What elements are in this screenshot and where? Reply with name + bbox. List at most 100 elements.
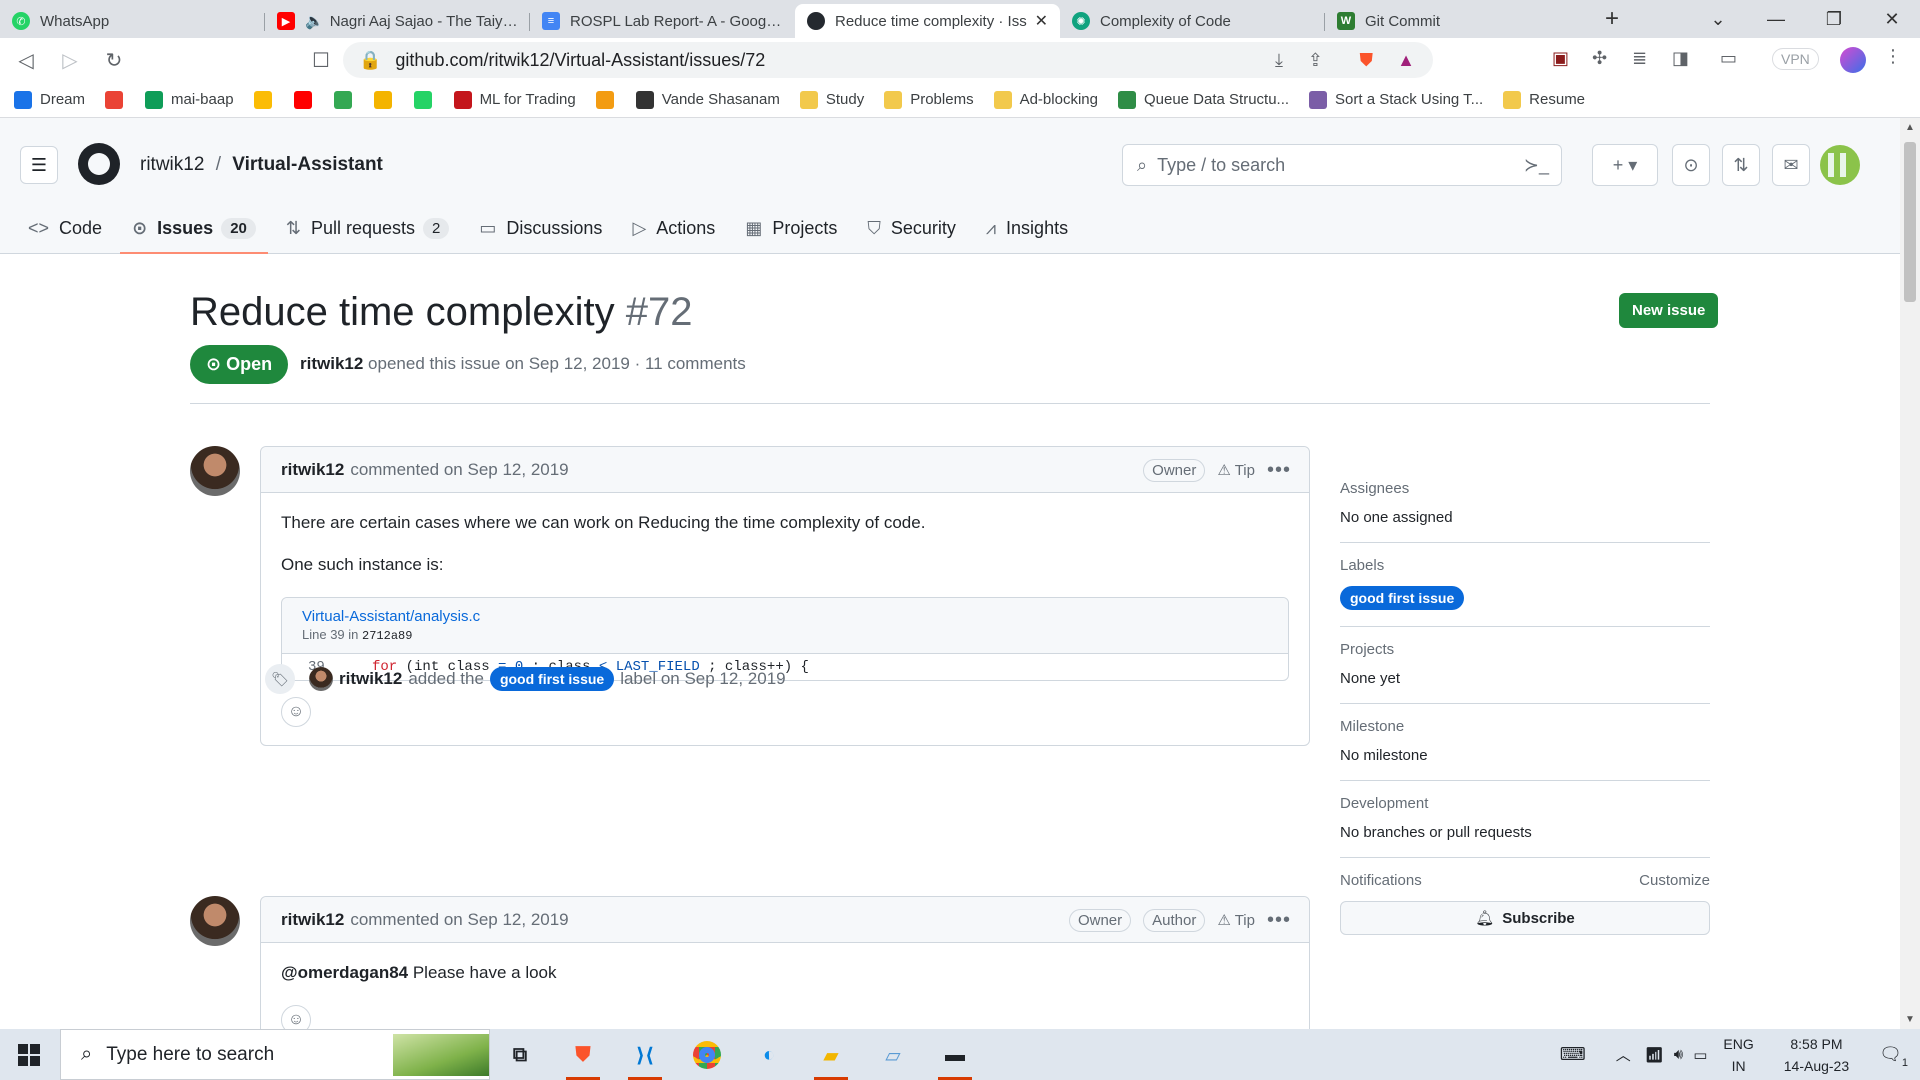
- notepad-taskbar-icon[interactable]: ▱: [868, 1035, 918, 1075]
- back-icon[interactable]: ◁: [8, 42, 44, 78]
- bookmark-item[interactable]: Resume: [1503, 90, 1585, 109]
- bookmark-item[interactable]: [595, 90, 622, 109]
- tab-chatgpt[interactable]: ✺ Complexity of Code: [1060, 4, 1325, 38]
- comment-author-link[interactable]: ritwik12: [281, 910, 344, 930]
- projects-section[interactable]: Projects None yet: [1340, 627, 1710, 704]
- tab-github-issue[interactable]: Reduce time complexity · Iss ✕: [795, 4, 1060, 38]
- kebab-menu-icon[interactable]: •••: [1267, 459, 1291, 482]
- file-explorer-taskbar-icon[interactable]: ▰: [806, 1035, 856, 1080]
- close-tab-icon[interactable]: ✕: [1035, 11, 1048, 31]
- profile-avatar[interactable]: [1840, 47, 1866, 73]
- tab-search-chevron-icon[interactable]: ⌄: [1690, 0, 1746, 38]
- bookmark-item[interactable]: [333, 90, 360, 109]
- tab-actions[interactable]: ▷ Actions: [632, 203, 715, 253]
- event-actor-link[interactable]: ritwik12: [339, 669, 402, 689]
- brave-rewards-icon[interactable]: ▲: [1397, 50, 1415, 71]
- windows-start-icon[interactable]: [18, 1044, 40, 1066]
- bookmark-item[interactable]: ML for Trading: [453, 90, 576, 109]
- bookmark-item[interactable]: Queue Data Structu...: [1117, 90, 1289, 109]
- battery-icon[interactable]: ▭: [1693, 1046, 1707, 1064]
- tab-google-docs[interactable]: ≡ ROSPL Lab Report- A - Google D: [530, 4, 795, 38]
- assignees-section[interactable]: Assignees No one assigned: [1340, 466, 1710, 543]
- avatar[interactable]: [190, 896, 240, 946]
- avatar[interactable]: [309, 667, 333, 691]
- pull-requests-icon[interactable]: ⇅: [1722, 144, 1760, 186]
- share-icon[interactable]: ⇪: [1308, 50, 1323, 71]
- tab-youtube[interactable]: ▶ 🔈 Nagri Aaj Sajao - The Taiyyari: [265, 4, 530, 38]
- lizard-highlight-icon[interactable]: [393, 1034, 489, 1076]
- notifications-icon[interactable]: 🗨︎ 1: [1879, 1044, 1908, 1069]
- kebab-menu-icon[interactable]: •••: [1267, 909, 1291, 932]
- comment-author-link[interactable]: ritwik12: [281, 460, 344, 480]
- install-icon[interactable]: ⤓: [1275, 50, 1283, 71]
- tab-insights[interactable]: ⩘ Insights: [986, 203, 1068, 253]
- minimize-icon[interactable]: —: [1748, 0, 1804, 38]
- hamburger-menu-icon[interactable]: ☰: [20, 146, 58, 184]
- brave-shield-icon[interactable]: ⛊: [1360, 50, 1374, 71]
- extension-icon[interactable]: ▣: [1552, 48, 1569, 69]
- avatar[interactable]: [190, 446, 240, 496]
- repo-name-link[interactable]: Virtual-Assistant: [232, 154, 383, 175]
- bookmark-item[interactable]: [413, 90, 440, 109]
- clock[interactable]: 8:58 PM 14-Aug-23: [1784, 1033, 1849, 1077]
- brave-taskbar-icon[interactable]: ⛊: [558, 1035, 608, 1080]
- bookmark-item[interactable]: Ad-blocking: [993, 90, 1098, 109]
- github-logo-icon[interactable]: [78, 143, 120, 185]
- edge-taskbar-icon[interactable]: ◐: [744, 1035, 794, 1075]
- forward-icon[interactable]: ▷: [52, 42, 88, 78]
- bookmark-item[interactable]: Study: [799, 90, 864, 109]
- tab-security[interactable]: ⛉ Security: [867, 203, 956, 253]
- bookmark-item[interactable]: Vande Shasanam: [635, 90, 780, 109]
- bookmark-item[interactable]: [105, 90, 131, 109]
- task-view-icon[interactable]: ⧉: [495, 1035, 545, 1075]
- bookmark-item[interactable]: [373, 90, 400, 109]
- close-window-icon[interactable]: ✕: [1864, 0, 1920, 38]
- new-issue-button[interactable]: New issue: [1619, 293, 1719, 328]
- tip-button[interactable]: ⚠ Tip: [1217, 461, 1255, 479]
- issues-icon[interactable]: ⊙: [1672, 144, 1710, 186]
- new-tab-icon[interactable]: +: [1586, 0, 1638, 38]
- restore-icon[interactable]: ❐: [1806, 0, 1862, 38]
- site-info-icon[interactable]: 🔒: [359, 50, 381, 71]
- url-bar[interactable]: 🔒 github.com/ritwik12/Virtual-Assistant/…: [343, 42, 1433, 78]
- tab-code[interactable]: <> Code: [28, 203, 102, 253]
- bookmark-item[interactable]: Dream: [14, 90, 85, 109]
- bookmark-item[interactable]: mai-baap: [145, 90, 234, 109]
- taskbar-search-input[interactable]: ⌕ Type here to search: [60, 1029, 490, 1080]
- network-icon[interactable]: 📶︎: [1645, 1046, 1664, 1064]
- bookmark-item[interactable]: Problems: [884, 90, 974, 109]
- add-reaction-icon[interactable]: ☺: [281, 1005, 311, 1029]
- tab-issues[interactable]: ⊙ Issues 20: [120, 203, 268, 254]
- label-badge[interactable]: good first issue: [1340, 586, 1465, 610]
- reload-icon[interactable]: ↻: [96, 42, 132, 78]
- language-indicator[interactable]: ENG IN: [1723, 1033, 1753, 1077]
- tab-projects[interactable]: ▦ Projects: [745, 203, 837, 253]
- tab-whatsapp[interactable]: ✆ WhatsApp: [0, 4, 265, 38]
- bookmark-item[interactable]: Sort a Stack Using T...: [1309, 90, 1483, 109]
- volume-icon[interactable]: 🔊︎: [1674, 1046, 1683, 1063]
- search-input[interactable]: ⌕ Type / to search ≻_: [1122, 144, 1562, 186]
- vpn-button[interactable]: VPN: [1772, 48, 1819, 70]
- tab-discussions[interactable]: ▭ Discussions: [479, 203, 602, 253]
- milestone-section[interactable]: Milestone No milestone: [1340, 704, 1710, 781]
- tray-chevron-icon[interactable]: ︿: [1616, 1044, 1631, 1065]
- sidebar-icon[interactable]: ◨: [1672, 48, 1689, 69]
- inbox-icon[interactable]: ✉: [1772, 144, 1810, 186]
- tip-button[interactable]: ⚠ Tip: [1217, 911, 1255, 929]
- keyboard-icon[interactable]: ⌨: [1560, 1044, 1586, 1065]
- user-avatar[interactable]: [1820, 145, 1860, 185]
- customize-link[interactable]: Customize: [1639, 872, 1710, 889]
- wallet-icon[interactable]: ▭: [1720, 48, 1737, 69]
- development-section[interactable]: Development No branches or pull requests: [1340, 781, 1710, 858]
- bookmark-icon[interactable]: ☐: [303, 42, 339, 78]
- chrome-taskbar-icon[interactable]: [682, 1035, 732, 1075]
- bookmark-item[interactable]: [293, 90, 320, 109]
- code-file-link[interactable]: Virtual-Assistant/analysis.c: [302, 608, 1268, 625]
- extensions-puzzle-icon[interactable]: ✣: [1592, 48, 1607, 69]
- comment-timestamp[interactable]: commented on Sep 12, 2019: [350, 910, 568, 930]
- subscribe-button[interactable]: 🔔︎ Subscribe: [1340, 901, 1710, 935]
- tab-pull-requests[interactable]: ⇅ Pull requests 2: [286, 203, 450, 253]
- repo-owner-link[interactable]: ritwik12: [140, 154, 204, 175]
- command-palette-icon[interactable]: ≻_: [1524, 155, 1549, 176]
- bookmark-item[interactable]: [253, 90, 280, 109]
